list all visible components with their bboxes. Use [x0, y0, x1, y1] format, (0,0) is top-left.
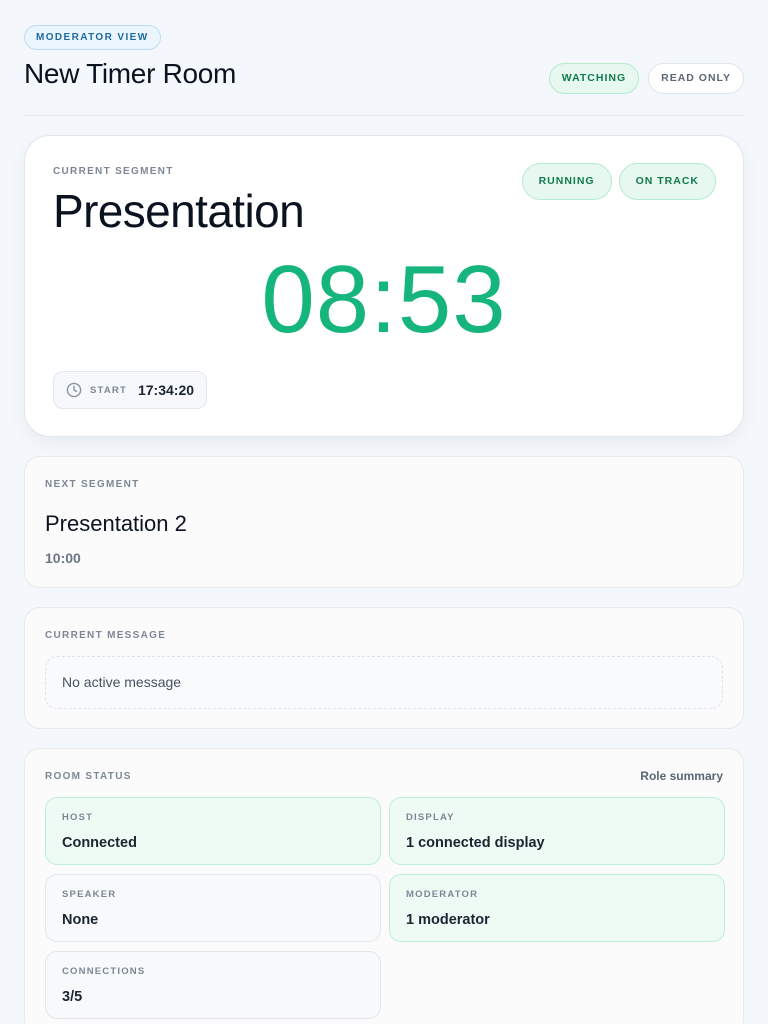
- start-time-value: 17:34:20: [137, 382, 195, 398]
- on-track-badge: ON TRACK: [618, 163, 716, 200]
- room-status-card: ROOM STATUS Role summary HOST Connected …: [24, 748, 744, 1024]
- current-message-eyebrow: CURRENT MESSAGE: [45, 630, 167, 641]
- next-segment-duration: 10:00: [45, 550, 81, 566]
- moderator-value: 1 moderator: [406, 912, 490, 928]
- host-value: Connected: [62, 835, 137, 851]
- moderator-status-tile: MODERATOR 1 moderator: [389, 874, 725, 942]
- display-status-tile: DISPLAY 1 connected display: [389, 797, 725, 865]
- current-segment-card: CURRENT SEGMENT Presentation RUNNING ON …: [24, 135, 744, 437]
- start-time-chip: START 17:34:20: [53, 371, 208, 409]
- speaker-status-tile: SPEAKER None: [45, 874, 381, 942]
- connections-status-tile: CONNECTIONS 3/5: [45, 951, 381, 1019]
- display-label: DISPLAY: [406, 812, 455, 823]
- moderator-view-badge: MODERATOR VIEW: [24, 25, 161, 50]
- clock-icon: [66, 382, 82, 398]
- segment-status-badges: RUNNING ON TRACK: [521, 163, 716, 200]
- page-header: MODERATOR VIEW New Timer Room WATCHING R…: [24, 24, 744, 116]
- read-only-badge: READ ONLY: [648, 63, 744, 94]
- moderator-label: MODERATOR: [406, 889, 479, 900]
- connections-label: CONNECTIONS: [62, 966, 146, 977]
- current-segment-title: Presentation: [53, 185, 305, 237]
- running-badge: RUNNING: [521, 163, 612, 200]
- speaker-label: SPEAKER: [62, 889, 117, 900]
- next-segment-title: Presentation 2: [45, 511, 187, 536]
- header-status-badges: WATCHING READ ONLY: [548, 63, 744, 94]
- current-message-card: CURRENT MESSAGE No active message: [24, 607, 744, 729]
- start-label: START: [90, 384, 127, 396]
- display-value: 1 connected display: [406, 835, 545, 851]
- room-status-eyebrow: ROOM STATUS: [45, 771, 132, 782]
- host-label: HOST: [62, 812, 94, 823]
- next-segment-card: NEXT SEGMENT Presentation 2 10:00: [24, 456, 744, 588]
- speaker-value: None: [62, 912, 99, 928]
- role-summary-link[interactable]: Role summary: [640, 769, 723, 783]
- next-segment-eyebrow: NEXT SEGMENT: [45, 479, 140, 490]
- message-box: No active message: [45, 656, 723, 709]
- room-title: New Timer Room: [24, 58, 237, 89]
- connections-value: 3/5: [62, 989, 83, 1005]
- host-status-tile: HOST Connected: [45, 797, 381, 865]
- current-segment-eyebrow: CURRENT SEGMENT: [53, 166, 174, 177]
- countdown-timer: 08:53: [261, 246, 507, 353]
- watching-badge: WATCHING: [548, 63, 640, 94]
